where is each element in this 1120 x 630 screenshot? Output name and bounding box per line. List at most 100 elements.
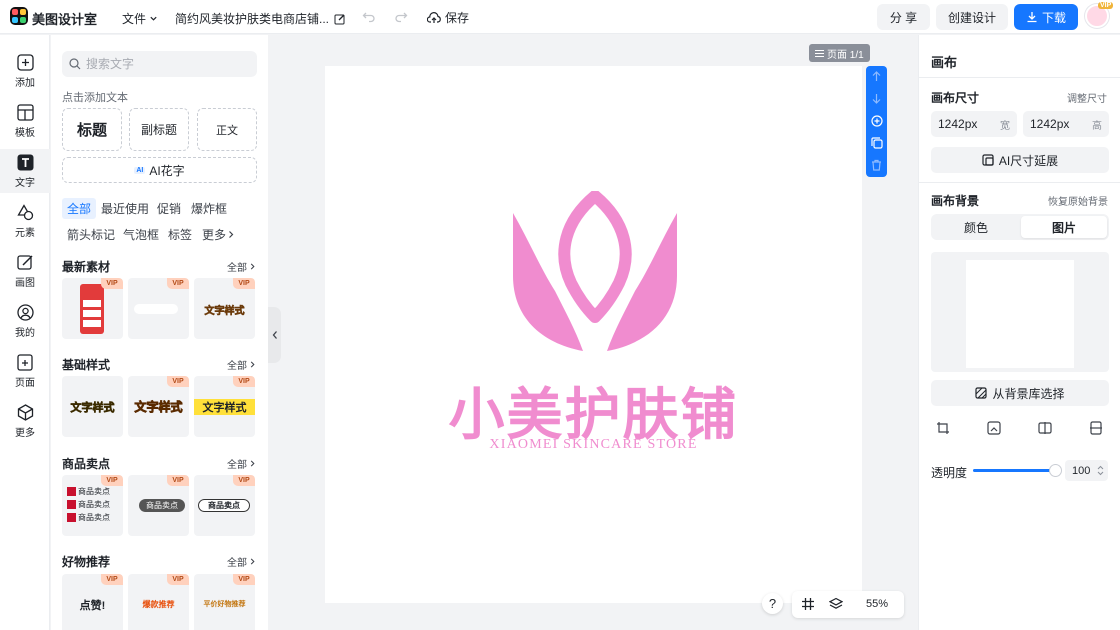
chevron-right-icon	[250, 460, 255, 467]
download-button[interactable]: 下载	[1014, 4, 1078, 30]
design-canvas[interactable]	[325, 66, 862, 603]
add-page-icon[interactable]	[869, 113, 884, 128]
redo-icon[interactable]	[394, 9, 408, 23]
tag-burst[interactable]: 爆炸框	[186, 198, 232, 219]
style-thumb[interactable]: 文字样式	[62, 376, 123, 437]
rail-item-page[interactable]: 页面	[0, 349, 50, 393]
rail-item-add[interactable]: 添加	[0, 49, 50, 93]
style-thumb[interactable]: 文字样式 VIP	[194, 376, 255, 437]
recommend-thumb[interactable]: 爆款推荐 VIP	[128, 574, 189, 630]
selling-point-thumb[interactable]: 商品卖点 VIP	[194, 475, 255, 536]
tag-all[interactable]: 全部	[62, 198, 97, 219]
tag-bubble[interactable]: 气泡框	[118, 224, 164, 245]
rail-item-more[interactable]: 更多	[0, 399, 50, 443]
vip-tag: VIP	[101, 475, 123, 486]
logo-english-text[interactable]: XIAOMEI SKINCARE STORE	[325, 437, 862, 453]
rail-label: 画图	[15, 277, 35, 289]
width-field[interactable]: 1242px 宽	[931, 111, 1017, 137]
search-box[interactable]	[62, 51, 257, 77]
save-button[interactable]: 保存	[427, 9, 469, 26]
vip-tag: VIP	[101, 574, 123, 585]
layers-icon[interactable]	[829, 597, 843, 611]
opacity-slider-track[interactable]	[973, 469, 1057, 472]
rail-label: 模板	[15, 127, 35, 139]
top-bar: 美图设计室 文件 简约风美妆护肤类电商店铺... 保存 分 享 创建设计 下载 …	[0, 0, 1120, 34]
add-body-button[interactable]: 正文	[197, 108, 257, 151]
width-unit: 宽	[1000, 120, 1010, 132]
create-design-button[interactable]: 创建设计	[936, 4, 1008, 30]
height-field[interactable]: 1242px 高	[1023, 111, 1109, 137]
tag-arrow[interactable]: 箭头标记	[62, 224, 120, 245]
panel-collapse-handle[interactable]	[268, 307, 281, 363]
ai-flower-text-button[interactable]: AI AI花字	[62, 157, 257, 183]
document-title[interactable]: 简约风美妆护肤类电商店铺...	[175, 10, 346, 27]
rail-label: 元素	[15, 227, 35, 239]
selling-point-thumb[interactable]: 商品卖点 VIP	[128, 475, 189, 536]
cube-icon	[16, 404, 34, 422]
duplicate-page-icon[interactable]	[869, 135, 884, 150]
recommend-thumb[interactable]: 点赞! VIP	[62, 574, 123, 630]
rail-item-template[interactable]: 模板	[0, 99, 50, 143]
zoom-level[interactable]: 55%	[866, 598, 888, 610]
restore-bg-link[interactable]: 恢复原始背景	[1048, 193, 1108, 208]
opacity-slider-handle[interactable]	[1049, 464, 1062, 477]
page-tools	[866, 66, 887, 177]
rail-label: 添加	[15, 77, 35, 89]
section-all-link[interactable]: 全部	[227, 259, 256, 274]
section-all-link[interactable]: 全部	[227, 554, 256, 569]
undo-icon[interactable]	[362, 9, 376, 23]
material-thumb[interactable]: VIP	[62, 278, 123, 339]
rail-item-elements[interactable]: 元素	[0, 199, 50, 243]
properties-panel: 画布 画布尺寸 调整尺寸 1242px 宽 1242px 高 AI尺寸延展 画布…	[918, 35, 1120, 630]
flip-vertical-icon[interactable]	[1089, 421, 1105, 437]
grid-icon[interactable]	[801, 597, 815, 611]
thumb-text: 商品卖点	[198, 499, 250, 512]
edit-icon[interactable]	[334, 13, 346, 25]
section-title: 商品卖点	[62, 457, 111, 471]
material-thumb[interactable]: VIP	[128, 278, 189, 339]
style-thumb[interactable]: 文字样式 VIP	[128, 376, 189, 437]
opacity-input[interactable]: 100	[1065, 460, 1108, 481]
choose-from-bg-library-button[interactable]: 从背景库选择	[931, 380, 1109, 406]
selling-point-thumb[interactable]: 商品卖点 商品卖点 商品卖点 VIP	[62, 475, 123, 536]
tag-label[interactable]: 标签	[163, 224, 197, 245]
image-edit-icon[interactable]	[987, 421, 1003, 437]
segment-image[interactable]: 图片	[1021, 216, 1107, 238]
arrow-down-icon[interactable]	[869, 91, 884, 106]
trash-icon[interactable]	[869, 157, 884, 172]
tag-promo[interactable]: 促销	[152, 198, 186, 219]
rail-label: 文字	[15, 177, 35, 189]
page-indicator[interactable]: 页面 1/1	[809, 44, 870, 62]
rail-item-text[interactable]: 文字	[0, 149, 50, 193]
download-label: 下载	[1041, 10, 1066, 25]
vip-tag: VIP	[167, 574, 189, 585]
share-button[interactable]: 分 享	[877, 4, 930, 30]
add-subtitle-button[interactable]: 副标题	[129, 108, 189, 151]
rail-item-mine[interactable]: 我的	[0, 299, 50, 343]
stepper-icon[interactable]	[1097, 465, 1104, 476]
help-button[interactable]: ?	[762, 593, 783, 614]
opacity-label: 透明度	[931, 466, 968, 480]
bg-image-preview[interactable]	[931, 252, 1109, 372]
rail-item-draw[interactable]: 画图	[0, 249, 50, 293]
segment-color[interactable]: 颜色	[933, 216, 1019, 238]
ai-chip: AI	[134, 166, 146, 174]
chevron-right-icon	[250, 558, 255, 565]
search-input[interactable]	[86, 57, 236, 71]
section-all-link[interactable]: 全部	[227, 357, 256, 372]
cloud-upload-icon	[427, 11, 441, 23]
tag-more[interactable]: 更多	[197, 224, 240, 245]
thumb-text: 商品卖点	[78, 500, 110, 509]
add-title-button[interactable]: 标题	[62, 108, 122, 151]
tag-recent[interactable]: 最近使用	[96, 198, 154, 219]
arrow-up-icon[interactable]	[869, 69, 884, 84]
crop-icon[interactable]	[936, 421, 952, 437]
adjust-size-link[interactable]: 调整尺寸	[1067, 90, 1107, 105]
recommend-thumb[interactable]: 平价好物推荐 VIP	[194, 574, 255, 630]
all-label: 全部	[227, 263, 247, 274]
material-thumb[interactable]: 文字样式 VIP	[194, 278, 255, 339]
flip-horizontal-icon[interactable]	[1038, 421, 1054, 437]
section-all-link[interactable]: 全部	[227, 456, 256, 471]
ai-size-extend-button[interactable]: AI尺寸延展	[931, 147, 1109, 173]
file-menu[interactable]: 文件	[122, 10, 158, 27]
